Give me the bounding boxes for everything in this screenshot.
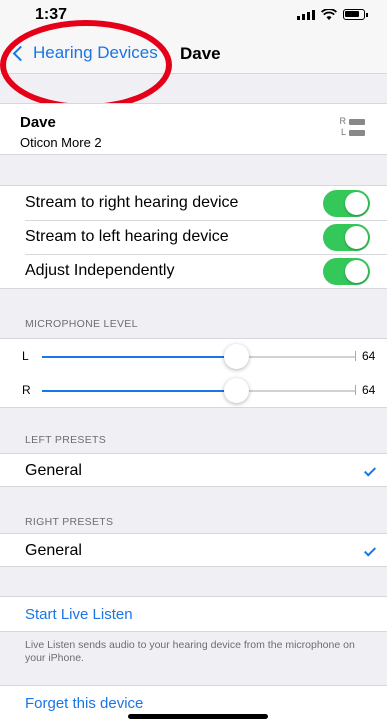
stream-right-toggle[interactable] (323, 189, 370, 217)
device-model: Oticon More 2 (20, 135, 102, 150)
chevron-left-icon (12, 45, 29, 62)
left-mic-slider-thumb[interactable] (224, 344, 250, 369)
back-button[interactable]: Hearing Devices (12, 43, 158, 63)
stream-settings: Stream to right hearing device Stream to… (0, 185, 387, 289)
wifi-icon (320, 8, 338, 20)
adjust-independently-row: Adjust Independently (0, 254, 387, 288)
signal-icon (297, 10, 315, 20)
start-live-listen-button[interactable]: Start Live Listen (0, 597, 387, 633)
right-mic-label: R (22, 383, 31, 397)
microphone-level-header: MICROPHONE LEVEL (25, 318, 138, 330)
left-preset-item[interactable]: General (0, 454, 387, 488)
left-mic-label: L (22, 349, 29, 363)
device-name: Dave (20, 114, 56, 131)
battery-left-icon (349, 129, 365, 136)
battery-icon (343, 9, 368, 20)
microphone-level-group: L 64 R 64 (0, 338, 387, 408)
battery-right-icon (349, 118, 365, 125)
left-presets-header: LEFT PRESETS (25, 434, 107, 446)
right-mic-slider-end (355, 385, 356, 395)
device-info: Dave Oticon More 2 R L (0, 103, 387, 155)
right-mic-slider-row: R 64 (0, 374, 387, 408)
left-mic-slider[interactable] (42, 344, 355, 369)
stream-left-row: Stream to left hearing device (0, 220, 387, 254)
left-preset-row[interactable]: General (0, 453, 387, 487)
back-button-label: Hearing Devices (33, 43, 158, 62)
left-preset-label: General (25, 462, 82, 479)
checkmark-icon (363, 464, 377, 477)
stream-left-label: Stream to left hearing device (25, 228, 229, 245)
right-preset-item[interactable]: General (0, 534, 387, 568)
left-mic-slider-end (355, 351, 356, 361)
right-preset-row[interactable]: General (0, 533, 387, 567)
left-mic-slider-row: L 64 (0, 340, 387, 374)
adjust-independently-label: Adjust Independently (25, 262, 175, 279)
page-title: Dave (180, 44, 221, 63)
status-icons (297, 8, 368, 20)
live-listen-description: Live Listen sends audio to your hearing … (25, 639, 355, 664)
right-mic-slider[interactable] (42, 378, 355, 403)
right-preset-label: General (25, 542, 82, 559)
left-mic-value: 64 (362, 349, 376, 363)
stream-right-label: Stream to right hearing device (25, 194, 239, 211)
status-time: 1:37 (35, 6, 68, 23)
stream-left-toggle[interactable] (323, 223, 370, 251)
left-mic-slider-fill (42, 356, 237, 358)
checkmark-icon (363, 544, 377, 557)
stream-right-row: Stream to right hearing device (0, 186, 387, 220)
navigation-bar: Hearing Devices Dave (0, 34, 387, 74)
live-listen-group: Start Live Listen (0, 596, 387, 632)
adjust-independently-toggle[interactable] (323, 257, 370, 285)
right-mic-slider-fill (42, 390, 237, 392)
battery-left-label: L (340, 127, 346, 137)
right-presets-header: RIGHT PRESETS (25, 516, 114, 528)
battery-right-label: R (339, 116, 347, 126)
right-mic-value: 64 (362, 383, 376, 397)
right-mic-slider-thumb[interactable] (224, 378, 250, 403)
home-indicator[interactable] (128, 714, 268, 719)
status-bar: 1:37 (0, 0, 387, 34)
hearing-battery-indicators: R L (339, 116, 365, 138)
